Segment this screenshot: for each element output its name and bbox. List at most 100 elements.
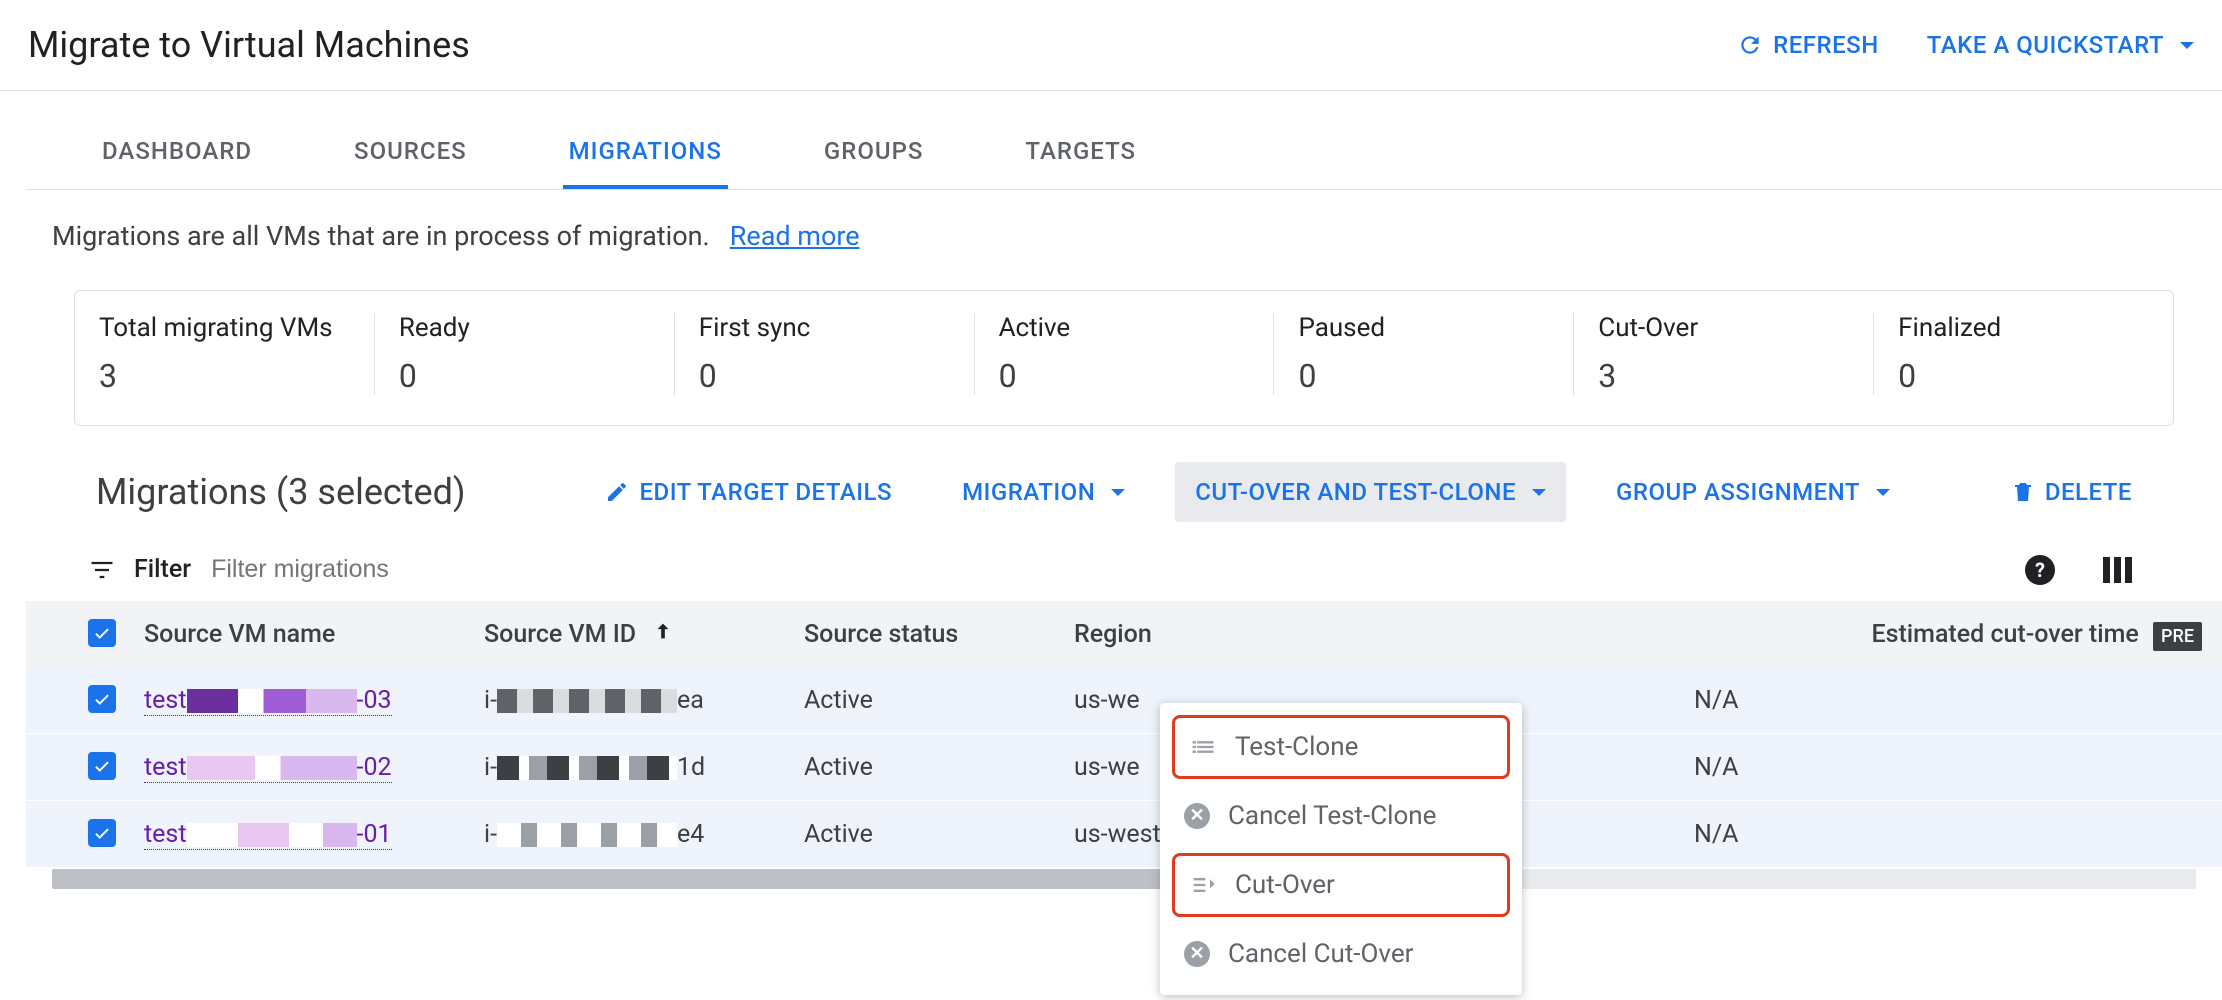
horizontal-scrollbar[interactable] bbox=[52, 869, 2196, 889]
filter-row: Filter ? bbox=[26, 540, 2222, 601]
stat-cutover: Cut-Over 3 bbox=[1573, 313, 1873, 395]
header-actions: REFRESH TAKE A QUICKSTART bbox=[1737, 31, 2194, 59]
filter-label: Filter bbox=[134, 555, 191, 584]
row-checkbox[interactable] bbox=[88, 752, 116, 780]
cutover-testclone-dropdown[interactable]: CUT-OVER AND TEST-CLONE bbox=[1175, 462, 1566, 522]
col-vm-id-label: Source VM ID bbox=[484, 620, 636, 649]
menu-cut-over-label: Cut-Over bbox=[1235, 870, 1335, 900]
stat-total: Total migrating VMs 3 bbox=[75, 313, 374, 395]
preview-badge: PRE bbox=[2153, 622, 2202, 651]
delete-button[interactable]: DELETE bbox=[1991, 462, 2152, 522]
section-title: Migrations (3 selected) bbox=[96, 471, 465, 513]
scrollbar-thumb[interactable] bbox=[52, 869, 1274, 889]
stats-card: Total migrating VMs 3 Ready 0 First sync… bbox=[74, 290, 2174, 426]
menu-cancel-test-clone-label: Cancel Test-Clone bbox=[1228, 801, 1436, 831]
trash-icon bbox=[2011, 480, 2035, 504]
delete-label: DELETE bbox=[2045, 478, 2132, 506]
table-header-row: Source VM name Source VM ID Source statu… bbox=[26, 601, 2222, 667]
col-mig-status[interactable] bbox=[1260, 601, 1680, 667]
col-vm-name[interactable]: Source VM name bbox=[130, 601, 470, 667]
table-row[interactable]: test-01 i-e4 Active us-west1 Cut-Over N/… bbox=[26, 801, 2222, 868]
group-assignment-dropdown[interactable]: GROUP ASSIGNMENT bbox=[1596, 462, 1910, 522]
vm-name-link[interactable]: test-02 bbox=[144, 753, 392, 783]
menu-cancel-cut-over[interactable]: ✕ Cancel Cut-Over bbox=[1160, 921, 1522, 987]
stat-value: 0 bbox=[1298, 357, 1549, 395]
chevron-down-icon bbox=[1532, 489, 1546, 496]
filter-input[interactable] bbox=[209, 554, 2007, 585]
read-more-link[interactable]: Read more bbox=[730, 220, 860, 252]
migration-label: MIGRATION bbox=[962, 478, 1095, 506]
vm-name-link[interactable]: test-03 bbox=[144, 686, 392, 716]
checkbox-icon bbox=[88, 619, 116, 647]
vm-name-link[interactable]: test-01 bbox=[144, 820, 392, 850]
vm-id-cell: i-e4 bbox=[470, 801, 790, 868]
cutover-clone-label: CUT-OVER AND TEST-CLONE bbox=[1195, 478, 1516, 506]
src-status-cell: Active bbox=[790, 801, 1060, 868]
menu-test-clone[interactable]: Test-Clone bbox=[1172, 715, 1510, 779]
sort-asc-icon bbox=[652, 620, 674, 649]
take-quickstart-button[interactable]: TAKE A QUICKSTART bbox=[1927, 31, 2194, 59]
menu-cancel-test-clone[interactable]: ✕ Cancel Test-Clone bbox=[1160, 783, 1522, 849]
stat-value: 3 bbox=[1598, 357, 1849, 395]
menu-test-clone-label: Test-Clone bbox=[1235, 732, 1358, 762]
cancel-icon: ✕ bbox=[1184, 941, 1210, 967]
stat-label: Cut-Over bbox=[1598, 313, 1849, 343]
header: Migrate to Virtual Machines REFRESH TAKE… bbox=[0, 0, 2222, 91]
menu-cancel-cut-over-label: Cancel Cut-Over bbox=[1228, 939, 1413, 969]
stat-value: 0 bbox=[999, 357, 1250, 395]
filter-icon bbox=[88, 556, 116, 584]
test-clone-icon bbox=[1189, 733, 1217, 761]
tab-migrations[interactable]: MIGRATIONS bbox=[563, 115, 728, 189]
tab-dashboard[interactable]: DASHBOARD bbox=[96, 115, 258, 189]
src-status-cell: Active bbox=[790, 667, 1060, 734]
pencil-icon bbox=[605, 480, 629, 504]
refresh-icon bbox=[1737, 32, 1763, 58]
stat-value: 0 bbox=[699, 357, 950, 395]
cancel-icon: ✕ bbox=[1184, 803, 1210, 829]
menu-cut-over[interactable]: Cut-Over bbox=[1172, 853, 1510, 917]
table-row[interactable]: test-02 i-1d Active us-we N/A bbox=[26, 734, 2222, 801]
stat-value: 0 bbox=[399, 357, 650, 395]
col-region[interactable]: Region bbox=[1060, 601, 1260, 667]
table-row[interactable]: test-03 i-ea Active us-we N/A bbox=[26, 667, 2222, 734]
chevron-down-icon bbox=[2180, 42, 2194, 49]
cut-over-icon bbox=[1189, 871, 1217, 899]
stat-label: Active bbox=[999, 313, 1250, 343]
columns-icon[interactable] bbox=[2103, 557, 2132, 583]
tab-groups[interactable]: GROUPS bbox=[818, 115, 930, 189]
tab-sources[interactable]: SOURCES bbox=[348, 115, 473, 189]
src-status-cell: Active bbox=[790, 734, 1060, 801]
subheading-text: Migrations are all VMs that are in proce… bbox=[52, 220, 710, 252]
col-vm-id[interactable]: Source VM ID bbox=[470, 601, 790, 667]
migration-dropdown[interactable]: MIGRATION bbox=[942, 462, 1145, 522]
vm-id-cell: i-1d bbox=[470, 734, 790, 801]
page-title: Migrate to Virtual Machines bbox=[28, 24, 470, 66]
row-checkbox[interactable] bbox=[88, 819, 116, 847]
section-head: Migrations (3 selected) EDIT TARGET DETA… bbox=[26, 452, 2222, 540]
tabs: DASHBOARD SOURCES MIGRATIONS GROUPS TARG… bbox=[26, 115, 2222, 190]
migrations-table: Source VM name Source VM ID Source statu… bbox=[26, 601, 2222, 867]
quickstart-label: TAKE A QUICKSTART bbox=[1927, 31, 2164, 59]
est-cutover-cell: N/A bbox=[1680, 801, 2222, 868]
vm-id-cell: i-ea bbox=[470, 667, 790, 734]
est-cutover-cell: N/A bbox=[1680, 734, 2222, 801]
col-select-all[interactable] bbox=[26, 601, 130, 667]
tab-targets[interactable]: TARGETS bbox=[1019, 115, 1142, 189]
help-icon[interactable]: ? bbox=[2025, 555, 2055, 585]
col-est-cutover[interactable]: Estimated cut-over time PRE bbox=[1680, 601, 2222, 667]
row-checkbox[interactable] bbox=[88, 685, 116, 713]
stat-ready: Ready 0 bbox=[374, 313, 674, 395]
stat-label: Finalized bbox=[1898, 313, 2149, 343]
stat-firstsync: First sync 0 bbox=[674, 313, 974, 395]
stat-paused: Paused 0 bbox=[1273, 313, 1573, 395]
subheading: Migrations are all VMs that are in proce… bbox=[26, 190, 2222, 264]
refresh-label: REFRESH bbox=[1773, 31, 1879, 59]
est-cutover-cell: N/A bbox=[1680, 667, 2222, 734]
refresh-button[interactable]: REFRESH bbox=[1737, 31, 1879, 59]
stat-finalized: Finalized 0 bbox=[1873, 313, 2173, 395]
stat-label: Total migrating VMs bbox=[99, 313, 350, 343]
stat-label: Ready bbox=[399, 313, 650, 343]
col-src-status[interactable]: Source status bbox=[790, 601, 1060, 667]
edit-target-details-button[interactable]: EDIT TARGET DETAILS bbox=[585, 462, 912, 522]
stat-value: 3 bbox=[99, 357, 350, 395]
